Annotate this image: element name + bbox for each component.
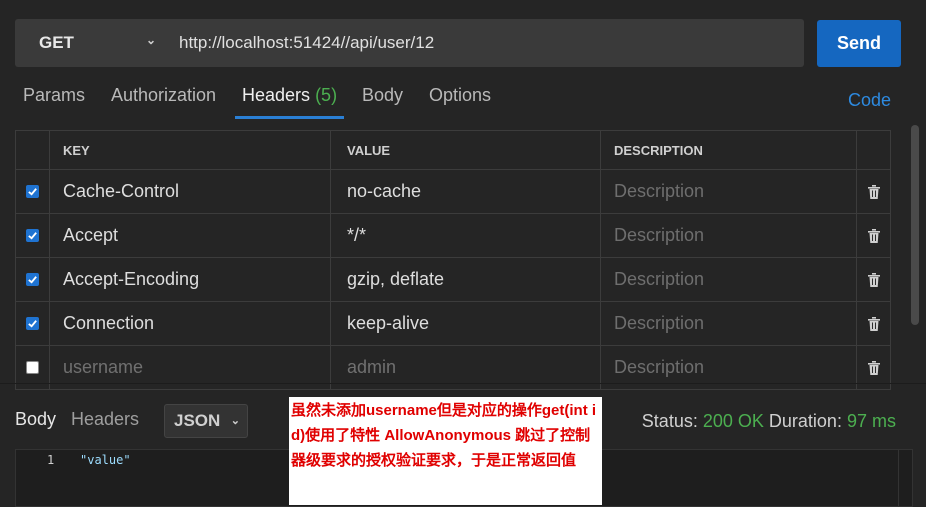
format-select[interactable]: JSON ⌄ <box>164 404 248 438</box>
editor-scrollbar[interactable] <box>898 450 912 506</box>
column-header-description: DESCRIPTION <box>600 131 856 169</box>
table-header-row: KEY VALUE DESCRIPTION <box>16 131 890 170</box>
header-key-field[interactable]: Connection <box>63 313 154 334</box>
tab-params[interactable]: Params <box>23 85 85 106</box>
trash-icon[interactable] <box>867 360 881 376</box>
header-key-field[interactable]: Cache-Control <box>63 181 179 202</box>
row-checkbox[interactable] <box>26 185 39 198</box>
trash-icon[interactable] <box>867 272 881 288</box>
code-line: "value" <box>80 453 131 467</box>
format-label: JSON <box>174 411 221 430</box>
table-row: Connection keep-alive Description <box>16 302 890 346</box>
response-status: Status: 200 OK Duration: 97 ms <box>642 411 896 432</box>
column-header-value: VALUE <box>330 131 600 169</box>
column-header-key: KEY <box>49 131 330 169</box>
header-description-field[interactable]: Description <box>614 225 704 246</box>
trash-icon[interactable] <box>867 316 881 332</box>
header-key-field[interactable]: username <box>63 357 143 378</box>
chevron-down-icon: ⌄ <box>145 33 156 47</box>
send-button[interactable]: Send <box>817 20 901 67</box>
table-row: Accept-Encoding gzip, deflate Description <box>16 258 890 302</box>
header-description-field[interactable]: Description <box>614 313 704 334</box>
duration-value: 97 ms <box>846 411 896 431</box>
method-select[interactable]: GET ⌄ <box>15 19 166 67</box>
active-tab-indicator <box>235 116 344 119</box>
table-body: Cache-Control no-cache Description Accept */… <box>16 170 890 390</box>
row-checkbox[interactable] <box>26 361 39 374</box>
response-tab-body[interactable]: Body <box>15 409 56 430</box>
tab-headers-count: (5) <box>315 85 338 105</box>
trash-icon[interactable] <box>867 184 881 200</box>
header-key-field[interactable]: Accept <box>63 225 118 246</box>
pane-divider[interactable] <box>0 383 926 384</box>
url-input[interactable]: http://localhost:51424//api/user/12 <box>166 19 804 67</box>
row-checkbox[interactable] <box>26 229 39 242</box>
scrollbar[interactable] <box>911 125 919 325</box>
table-row: Cache-Control no-cache Description <box>16 170 890 214</box>
duration-label: Duration: <box>768 411 842 431</box>
tab-headers[interactable]: Headers (5) <box>242 85 337 106</box>
header-value-field[interactable]: */* <box>347 225 366 246</box>
row-checkbox[interactable] <box>26 273 39 286</box>
request-tabs: Params Authorization Headers (5) Body Op… <box>0 80 926 120</box>
tab-headers-label: Headers <box>242 85 311 105</box>
header-value-field[interactable]: admin <box>347 357 396 378</box>
method-label: GET <box>39 33 74 52</box>
status-label: Status: <box>641 411 698 431</box>
tab-authorization[interactable]: Authorization <box>111 85 216 106</box>
trash-icon[interactable] <box>867 228 881 244</box>
headers-table: KEY VALUE DESCRIPTION Cache-Control no-ca… <box>15 130 891 390</box>
tab-body[interactable]: Body <box>362 85 403 106</box>
chevron-down-icon: ⌄ <box>230 415 240 427</box>
url-text: http://localhost:51424//api/user/12 <box>179 33 435 52</box>
table-row: Accept */* Description <box>16 214 890 258</box>
row-checkbox[interactable] <box>26 317 39 330</box>
code-link[interactable]: Code <box>848 90 891 111</box>
tab-options[interactable]: Options <box>429 85 491 106</box>
line-number: 1 <box>47 453 55 467</box>
header-description-field[interactable]: Description <box>614 181 704 202</box>
header-value-field[interactable]: gzip, deflate <box>347 269 444 290</box>
header-key-field[interactable]: Accept-Encoding <box>63 269 199 290</box>
header-description-field[interactable]: Description <box>614 269 704 290</box>
status-value: 200 OK <box>702 411 764 431</box>
annotation-note: 虽然未添加username但是对应的操作get(int id)使用了特性 All… <box>289 397 602 505</box>
header-value-field[interactable]: keep-alive <box>347 313 429 334</box>
response-tab-headers[interactable]: Headers <box>71 409 139 430</box>
header-value-field[interactable]: no-cache <box>347 181 421 202</box>
header-description-field[interactable]: Description <box>614 357 704 378</box>
